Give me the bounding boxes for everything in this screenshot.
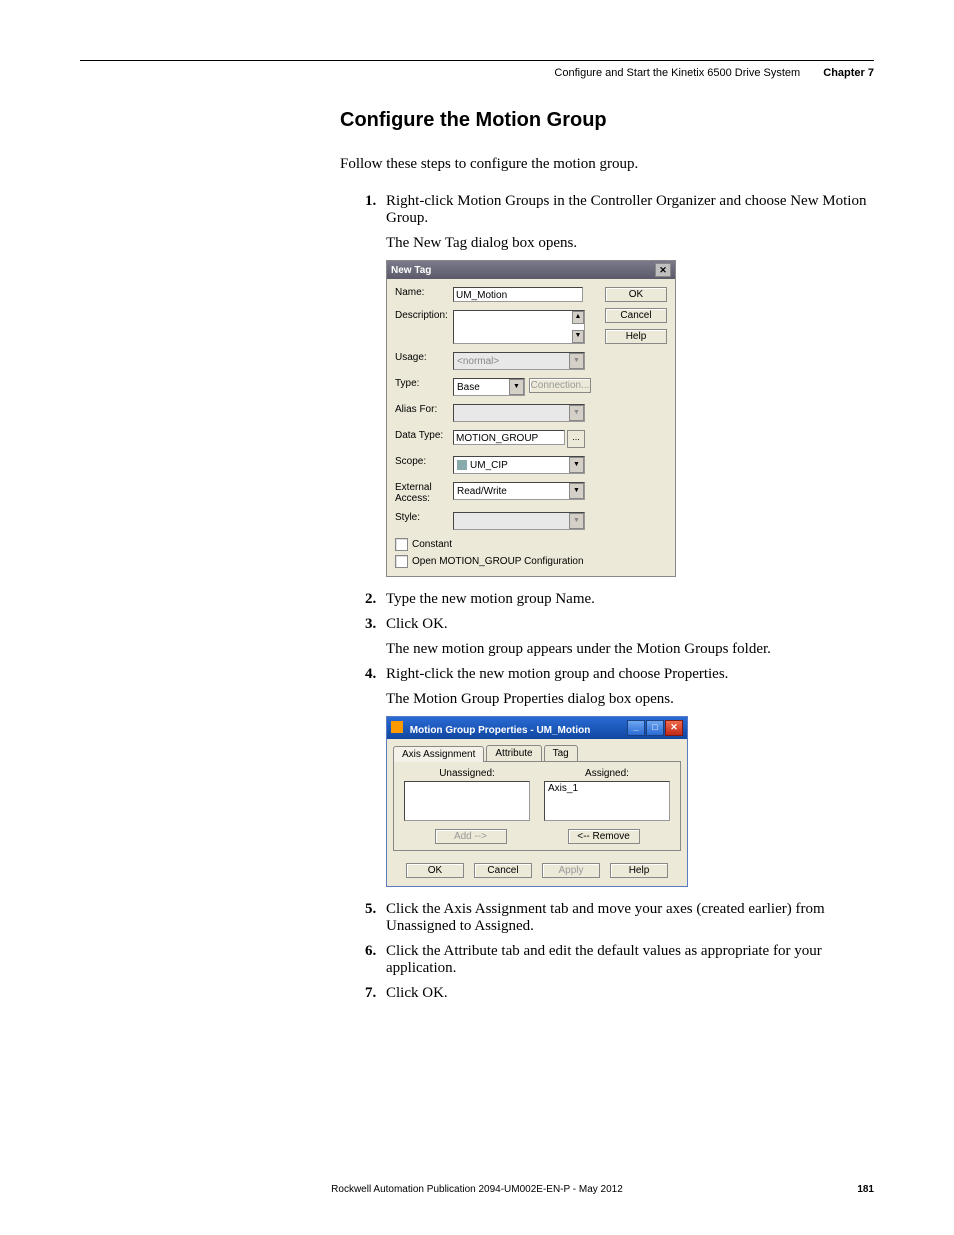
list-item[interactable]: Axis_1: [548, 783, 666, 794]
usage-combo: <normal> ▼: [453, 352, 585, 370]
style-label: Style:: [395, 512, 453, 523]
tab-axis-assignment[interactable]: Axis Assignment: [393, 746, 484, 762]
type-value: Base: [454, 380, 483, 395]
chevron-down-icon: ▼: [569, 353, 584, 369]
alias-for-label: Alias For:: [395, 404, 453, 415]
page-header: Configure and Start the Kinetix 6500 Dri…: [80, 67, 874, 79]
new-tag-dialog: New Tag ✕ OK Cancel Help Name: UM_Motion: [386, 260, 676, 577]
dialog2-tabs: Axis Assignment Attribute Tag: [393, 745, 681, 761]
connection-button: Connection...: [529, 378, 591, 393]
description-textarea[interactable]: ▲ ▼: [453, 310, 585, 344]
step-4-sub: The Motion Group Properties dialog box o…: [386, 691, 874, 708]
step-7-text: Click OK.: [386, 985, 448, 1001]
cancel-button[interactable]: Cancel: [474, 863, 532, 878]
name-label: Name:: [395, 287, 453, 298]
external-access-combo[interactable]: Read/Write ▼: [453, 482, 585, 500]
step-5-text: Click the Axis Assignment tab and move y…: [386, 901, 825, 934]
data-type-label: Data Type:: [395, 430, 453, 441]
usage-label: Usage:: [395, 352, 453, 363]
constant-checkbox[interactable]: [395, 538, 408, 551]
constant-checkbox-row[interactable]: Constant: [395, 538, 667, 551]
cancel-button[interactable]: Cancel: [605, 308, 667, 323]
ok-button[interactable]: OK: [406, 863, 464, 878]
external-access-value: Read/Write: [454, 484, 510, 499]
tab-attribute[interactable]: Attribute: [486, 745, 541, 761]
alias-for-combo: ▼: [453, 404, 585, 422]
footer-publication: Rockwell Automation Publication 2094-UM0…: [0, 1184, 954, 1195]
assigned-listbox[interactable]: Axis_1: [544, 781, 670, 821]
scope-combo[interactable]: UM_CIP ▼: [453, 456, 585, 474]
step-6: Click the Attribute tab and edit the def…: [380, 943, 874, 977]
dialog1-title: New Tag: [391, 265, 431, 276]
step-3: Click OK. The new motion group appears u…: [380, 616, 874, 658]
dialog1-titlebar: New Tag ✕: [387, 261, 675, 279]
chevron-down-icon: ▼: [569, 405, 584, 421]
chevron-down-icon[interactable]: ▼: [569, 483, 584, 499]
dialog1-button-column: OK Cancel Help: [605, 287, 667, 344]
scroll-down-icon[interactable]: ▼: [572, 330, 584, 343]
chevron-down-icon[interactable]: ▼: [509, 379, 524, 395]
tab-tag[interactable]: Tag: [544, 745, 578, 761]
scroll-up-icon[interactable]: ▲: [572, 311, 584, 324]
help-button[interactable]: Help: [605, 329, 667, 344]
open-config-checkbox[interactable]: [395, 555, 408, 568]
assigned-label: Assigned:: [544, 768, 670, 779]
data-type-browse-button[interactable]: ...: [567, 430, 585, 448]
step-7: Click OK.: [380, 985, 874, 1002]
chevron-down-icon[interactable]: ▼: [569, 457, 584, 473]
motion-group-properties-dialog: Motion Group Properties - UM_Motion _ □ …: [386, 716, 688, 887]
motion-group-icon: [391, 721, 403, 733]
section-title: Configure the Motion Group: [340, 109, 874, 132]
tab-panel-axis-assignment: Unassigned: Assigned: Axis_1 A: [393, 761, 681, 851]
add-button[interactable]: Add -->: [435, 829, 507, 844]
step-4-text: Right-click the new motion group and cho…: [386, 666, 728, 682]
name-input[interactable]: UM_Motion: [453, 287, 583, 302]
scope-label: Scope:: [395, 456, 453, 467]
step-1-sub: The New Tag dialog box opens.: [386, 235, 874, 252]
open-config-checkbox-row[interactable]: Open MOTION_GROUP Configuration: [395, 555, 667, 568]
dialog2-title: Motion Group Properties - UM_Motion: [410, 725, 591, 736]
chevron-down-icon: ▼: [569, 513, 584, 529]
ok-button[interactable]: OK: [605, 287, 667, 302]
remove-button[interactable]: <-- Remove: [568, 829, 640, 844]
close-icon[interactable]: ✕: [665, 720, 683, 736]
data-type-input[interactable]: MOTION_GROUP: [453, 430, 565, 445]
constant-label: Constant: [412, 539, 452, 550]
step-6-text: Click the Attribute tab and edit the def…: [386, 943, 822, 976]
step-3-text: Click OK.: [386, 616, 448, 632]
unassigned-label: Unassigned:: [404, 768, 530, 779]
maximize-icon[interactable]: □: [646, 720, 664, 736]
close-icon[interactable]: ✕: [655, 263, 671, 277]
dialog2-titlebar: Motion Group Properties - UM_Motion _ □ …: [387, 717, 687, 739]
page-number: 181: [857, 1184, 874, 1195]
scope-value: UM_CIP: [470, 458, 508, 473]
external-access-label: External Access:: [395, 482, 453, 504]
steps-list: Right-click Motion Groups in the Control…: [340, 193, 874, 1002]
description-scroll[interactable]: ▲ ▼: [572, 311, 584, 343]
header-title: Configure and Start the Kinetix 6500 Dri…: [554, 67, 800, 79]
type-combo[interactable]: Base ▼: [453, 378, 525, 396]
dialog2-footer-buttons: OK Cancel Apply Help: [387, 857, 687, 886]
controller-icon: [457, 460, 467, 470]
step-4: Right-click the new motion group and cho…: [380, 666, 874, 887]
usage-value: <normal>: [454, 354, 502, 369]
header-chapter: Chapter 7: [823, 67, 874, 79]
step-2-text: Type the new motion group Name.: [386, 591, 595, 607]
open-config-label: Open MOTION_GROUP Configuration: [412, 556, 584, 567]
intro-text: Follow these steps to configure the moti…: [340, 156, 874, 173]
minimize-icon[interactable]: _: [627, 720, 645, 736]
apply-button[interactable]: Apply: [542, 863, 600, 878]
description-label: Description:: [395, 310, 453, 321]
step-2: Type the new motion group Name.: [380, 591, 874, 608]
help-button[interactable]: Help: [610, 863, 668, 878]
unassigned-listbox[interactable]: [404, 781, 530, 821]
step-1: Right-click Motion Groups in the Control…: [380, 193, 874, 577]
step-5: Click the Axis Assignment tab and move y…: [380, 901, 874, 935]
style-combo: ▼: [453, 512, 585, 530]
type-label: Type:: [395, 378, 453, 389]
step-1-text: Right-click Motion Groups in the Control…: [386, 193, 866, 226]
step-3-sub: The new motion group appears under the M…: [386, 641, 874, 658]
